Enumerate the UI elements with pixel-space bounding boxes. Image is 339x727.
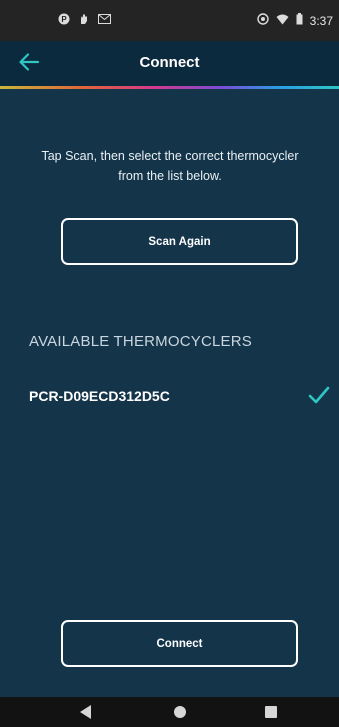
nav-back-icon[interactable]: [80, 705, 91, 719]
notification-p-icon: P: [58, 13, 70, 28]
device-list-item[interactable]: PCR-D09ECD312D5C: [0, 380, 339, 414]
wifi-icon: [276, 14, 289, 28]
connect-button[interactable]: Connect: [61, 620, 298, 667]
checkmark-icon: [308, 386, 330, 404]
scan-again-button[interactable]: Scan Again: [61, 218, 298, 265]
connect-label: Connect: [156, 637, 203, 650]
scan-again-label: Scan Again: [148, 235, 211, 248]
battery-icon: [296, 13, 303, 28]
instructions-text: Tap Scan, then select the correct thermo…: [41, 149, 299, 183]
system-nav-bar: [0, 697, 339, 727]
status-bar: P 3:37: [0, 0, 339, 41]
nav-recents-icon[interactable]: [265, 706, 277, 718]
gmail-icon: [98, 14, 111, 27]
hand-icon: [79, 13, 89, 28]
section-header: AVAILABLE THERMOCYCLERS: [29, 333, 253, 350]
nav-home-icon[interactable]: [174, 706, 186, 718]
page-title: Connect: [139, 54, 200, 71]
status-left: P: [58, 13, 111, 28]
device-name: PCR-D09ECD312D5C: [29, 388, 170, 404]
header-divider: [0, 86, 339, 89]
svg-text:P: P: [61, 15, 67, 24]
status-time: 3:37: [309, 13, 333, 28]
sync-icon: [256, 13, 269, 28]
app-bar: Connect: [0, 41, 339, 86]
status-right: 3:37: [256, 13, 333, 28]
